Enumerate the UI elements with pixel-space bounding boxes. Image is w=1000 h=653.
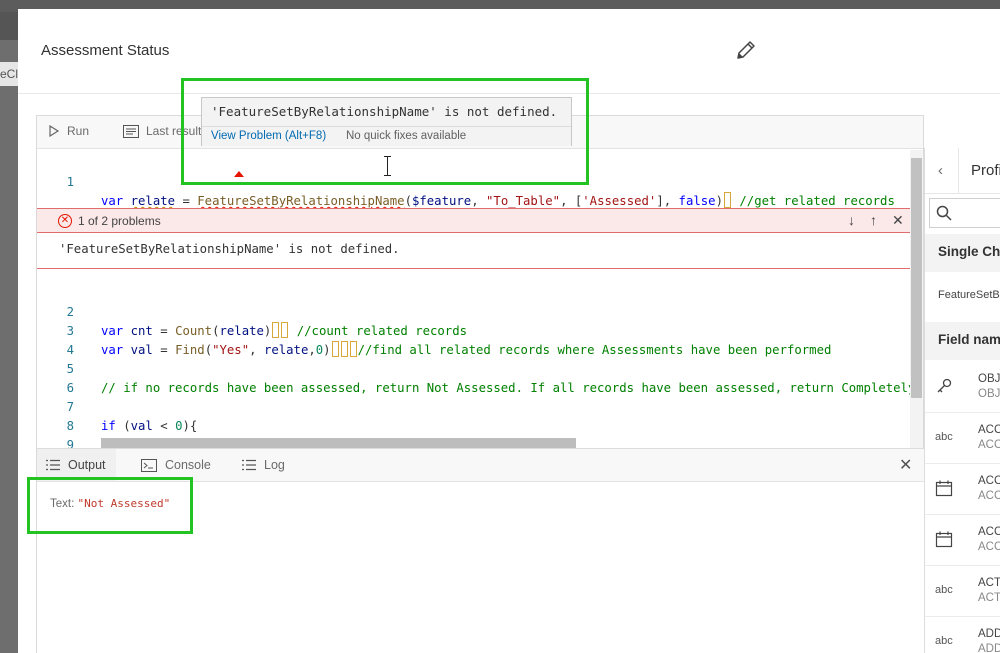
featureset-label: FeatureSetB	[938, 289, 1000, 301]
field-name: ADD ADD	[978, 628, 1000, 653]
problem-message: 'FeatureSetByRelationshipName' is not de…	[37, 233, 910, 269]
list-icon	[46, 459, 60, 471]
section-field-name: Field nam	[925, 322, 1000, 360]
code-line: 8 return "Not Assessed"	[37, 398, 910, 449]
tab-console-label: Console	[165, 458, 211, 472]
text-icon: abc	[935, 635, 953, 647]
profile-header-divider	[958, 148, 959, 194]
field-row[interactable]: ACC ACC	[925, 464, 1000, 515]
play-icon	[49, 125, 60, 137]
key-icon	[935, 377, 955, 397]
line-number: 1	[66, 175, 74, 189]
close-peek-icon[interactable]: ✕	[892, 212, 904, 229]
code-line: 9 }	[37, 417, 910, 449]
profile-title: Profile	[971, 162, 1000, 179]
search-icon	[936, 205, 952, 221]
log-icon	[242, 459, 256, 471]
run-label: Run	[67, 124, 90, 138]
console-icon	[141, 458, 157, 472]
problem-count: 1 of 2 problems	[78, 214, 161, 228]
text-icon: abc	[935, 431, 953, 443]
annotation-box-tooltip	[181, 78, 589, 185]
chevron-left-icon[interactable]: ‹	[938, 162, 943, 179]
run-button[interactable]: Run	[48, 124, 89, 138]
tab-output-label: Output	[68, 458, 106, 472]
field-row[interactable]: abc ADD ADD	[925, 617, 1000, 653]
code-editor[interactable]: 1 var relate = FeatureSetByRelationshipN…	[37, 150, 923, 449]
modal-title: Assessment Status	[41, 42, 170, 59]
profile-panel: ‹ Profile Single Ch FeatureSetB Field na…	[924, 148, 1000, 653]
calendar-icon	[935, 479, 955, 499]
field-name: ACC ACC	[978, 526, 1000, 553]
tab-log-label: Log	[264, 458, 285, 472]
problem-peek-bar: ✕ 1 of 2 problems ↓ ↑ ✕	[37, 208, 910, 233]
field-row[interactable]: ACC ACC	[925, 515, 1000, 566]
code-line: 4	[37, 322, 910, 357]
field-row[interactable]: abc ACC ACC	[925, 413, 1000, 464]
field-name: ACT ACT	[978, 577, 1000, 604]
profile-search-input[interactable]	[929, 198, 1000, 228]
backdrop-left-strip	[0, 40, 18, 653]
editor-vertical-scrollbar[interactable]	[910, 150, 923, 449]
field-name: ACC ACC	[978, 475, 1000, 502]
field-name: ACC ACC	[978, 424, 1000, 451]
tab-log[interactable]: Log	[233, 449, 294, 481]
profile-header: ‹ Profile	[925, 148, 1000, 194]
code-line: 2 var cnt = Count(relate) //count relate…	[37, 284, 910, 338]
text-icon: abc	[935, 584, 953, 596]
field-row[interactable]: abc ACT ACT	[925, 566, 1000, 617]
vertical-scroll-thumb[interactable]	[911, 158, 922, 398]
code-line: 6	[37, 360, 910, 395]
previous-problem-arrow-icon[interactable]: ↑	[870, 212, 877, 228]
horizontal-scroll-thumb[interactable]	[101, 438, 576, 448]
code-line: 5 // if no records have been assessed, r…	[37, 341, 923, 395]
calendar-icon	[935, 530, 955, 550]
field-row[interactable]: OBJ OBJ	[925, 362, 1000, 413]
next-problem-arrow-icon[interactable]: ↓	[848, 212, 855, 228]
edit-title-pencil-icon[interactable]	[734, 38, 758, 62]
error-icon: ✕	[58, 214, 72, 228]
close-output-icon[interactable]: ✕	[899, 455, 912, 475]
section-single-characteristic: Single Ch	[925, 234, 1000, 272]
backdrop-tab-fragment: eCl	[0, 62, 18, 86]
annotation-box-output	[27, 477, 193, 534]
field-name: OBJ OBJ	[978, 373, 1000, 400]
result-icon	[123, 124, 139, 138]
code-line: 7 if (val < 0){	[37, 379, 910, 433]
code-line: 3 var val = Find("Yes", relate,0)//find …	[37, 303, 910, 357]
